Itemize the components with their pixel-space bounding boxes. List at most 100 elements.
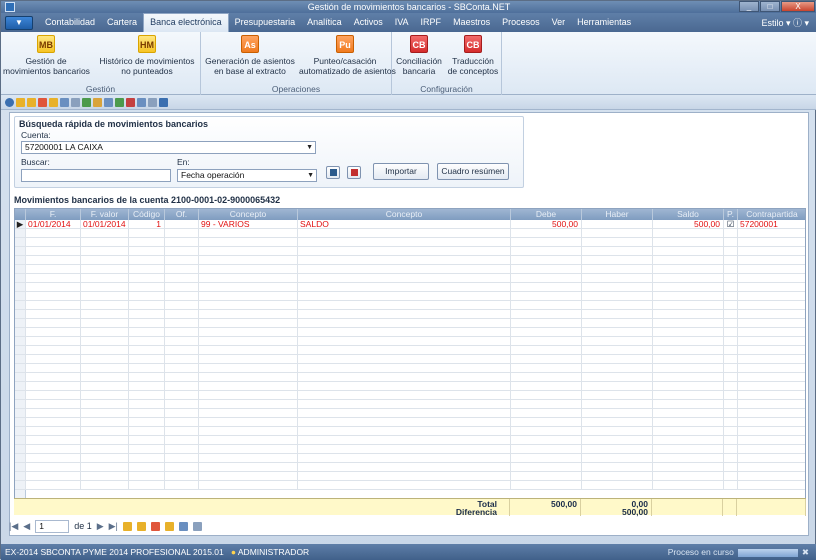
tools-icon[interactable]	[148, 97, 157, 107]
ribbon-btn-historico[interactable]: HM Histórico de movimientos no punteados	[95, 35, 199, 76]
empty-table-row[interactable]	[15, 409, 805, 418]
col-header-concepto[interactable]: Concepto	[199, 209, 298, 220]
empty-table-row[interactable]	[15, 265, 805, 274]
ribbon-btn-gestion-movimientos[interactable]: MB Gestión de movimientos bancarios	[3, 35, 90, 76]
importar-button[interactable]: Importar	[373, 163, 429, 180]
empty-table-row[interactable]	[15, 238, 805, 247]
app-icon[interactable]	[5, 2, 15, 12]
cell-concepto-2[interactable]: SALDO	[298, 220, 511, 229]
empty-table-row[interactable]	[15, 292, 805, 301]
menu-procesos[interactable]: Procesos	[496, 13, 546, 32]
empty-table-row[interactable]	[15, 472, 805, 481]
empty-table-row[interactable]	[15, 274, 805, 283]
flag-icon[interactable]	[126, 97, 135, 107]
menu-banca-electronica[interactable]: Banca electrónica	[143, 13, 229, 32]
page-input[interactable]: 1	[35, 519, 70, 533]
search-button[interactable]	[326, 166, 340, 179]
table-row[interactable]: ▶ 01/01/2014 01/01/2014 1 99 - VARIOS SA…	[15, 220, 805, 229]
empty-table-row[interactable]	[15, 418, 805, 427]
refresh-icon[interactable]	[82, 97, 91, 107]
col-header-saldo[interactable]: Saldo	[653, 209, 724, 220]
next-page-icon[interactable]: ▶	[97, 521, 104, 532]
edit-record-icon[interactable]	[136, 521, 146, 531]
empty-table-row[interactable]	[15, 247, 805, 256]
home-icon[interactable]	[5, 97, 14, 107]
cell-contrapartida[interactable]: 57200001	[738, 220, 805, 229]
last-page-icon[interactable]: ▶|	[109, 521, 118, 532]
clear-search-button[interactable]	[347, 166, 361, 179]
empty-table-row[interactable]	[15, 229, 805, 238]
minimize-button[interactable]: _	[739, 1, 759, 12]
cuenta-select[interactable]: 57200001 LA CAIXA ▼	[21, 141, 316, 154]
empty-table-row[interactable]	[15, 391, 805, 400]
ribbon-btn-traduccion[interactable]: CB Traducción de conceptos	[446, 35, 500, 76]
folder-icon[interactable]	[16, 97, 25, 107]
empty-table-row[interactable]	[15, 427, 805, 436]
cell-of[interactable]	[165, 220, 199, 229]
cell-f[interactable]: 01/01/2014	[26, 220, 81, 229]
app-menu-button[interactable]: ▼	[5, 15, 33, 30]
cell-fvalor[interactable]: 01/01/2014	[81, 220, 129, 229]
first-page-icon[interactable]: |◀	[9, 521, 18, 532]
empty-table-row[interactable]	[15, 337, 805, 346]
menu-ver[interactable]: Ver	[546, 13, 572, 32]
chart-icon[interactable]	[137, 97, 146, 107]
col-header-p[interactable]: P.	[724, 209, 738, 220]
prev-page-icon[interactable]: ◀	[23, 521, 30, 532]
copy-record-icon[interactable]	[164, 521, 174, 531]
empty-table-row[interactable]	[15, 454, 805, 463]
menu-iva[interactable]: IVA	[389, 13, 415, 32]
col-header-of[interactable]: Of.	[165, 209, 199, 220]
menu-activos[interactable]: Activos	[348, 13, 389, 32]
cell-codigo[interactable]: 1	[129, 220, 165, 229]
print-icon[interactable]	[71, 97, 80, 107]
empty-table-row[interactable]	[15, 319, 805, 328]
check-icon[interactable]	[115, 97, 124, 107]
folder-open-icon[interactable]	[27, 97, 36, 107]
empty-table-row[interactable]	[15, 328, 805, 337]
empty-table-row[interactable]	[15, 283, 805, 292]
ribbon-btn-generacion-asientos[interactable]: As Generación de asientos en base al ext…	[204, 35, 296, 76]
ribbon-btn-punteo[interactable]: Pu Punteo/casación automatizado de asien…	[299, 35, 396, 76]
empty-table-row[interactable]	[15, 400, 805, 409]
cell-concepto[interactable]: 99 - VARIOS	[199, 220, 298, 229]
save-icon[interactable]	[49, 97, 58, 107]
print-record-icon[interactable]	[192, 521, 202, 531]
new-record-icon[interactable]	[122, 521, 132, 531]
cell-debe[interactable]: 500,00	[511, 220, 582, 229]
cell-p-checkbox[interactable]: ☑	[724, 220, 738, 229]
filter-icon[interactable]	[60, 97, 69, 107]
cell-saldo[interactable]: 500,00	[653, 220, 724, 229]
empty-table-row[interactable]	[15, 346, 805, 355]
col-header-fvalor[interactable]: F. valor	[81, 209, 129, 220]
empty-table-row[interactable]	[15, 364, 805, 373]
menu-irpf[interactable]: IRPF	[415, 13, 448, 32]
en-select[interactable]: Fecha operación ▼	[177, 169, 317, 182]
delete-icon[interactable]	[38, 97, 47, 107]
menu-maestros[interactable]: Maestros	[447, 13, 496, 32]
empty-table-row[interactable]	[15, 256, 805, 265]
col-header-debe[interactable]: Debe	[511, 209, 582, 220]
empty-table-row[interactable]	[15, 481, 805, 490]
menu-contabilidad[interactable]: Contabilidad	[39, 13, 101, 32]
menu-cartera[interactable]: Cartera	[101, 13, 143, 32]
menu-analitica[interactable]: Analítica	[301, 13, 348, 32]
customize-icon[interactable]	[159, 97, 168, 107]
style-menu[interactable]: Estilo ▾ ⓘ ▾	[761, 16, 809, 29]
maximize-button[interactable]: □	[760, 1, 780, 12]
empty-table-row[interactable]	[15, 301, 805, 310]
col-header-haber[interactable]: Haber	[582, 209, 653, 220]
empty-table-row[interactable]	[15, 373, 805, 382]
empty-table-row[interactable]	[15, 463, 805, 472]
cuadro-resumen-button[interactable]: Cuadro resúmen	[437, 163, 509, 180]
empty-table-row[interactable]	[15, 436, 805, 445]
menu-herramientas[interactable]: Herramientas	[571, 13, 637, 32]
empty-table-row[interactable]	[15, 445, 805, 454]
col-header-codigo[interactable]: Código	[129, 209, 165, 220]
col-header-concepto-2[interactable]: Concepto	[298, 209, 511, 220]
empty-table-row[interactable]	[15, 382, 805, 391]
empty-table-row[interactable]	[15, 310, 805, 319]
delete-record-icon[interactable]	[150, 521, 160, 531]
cell-haber[interactable]	[582, 220, 653, 229]
buscar-input[interactable]	[21, 169, 171, 182]
